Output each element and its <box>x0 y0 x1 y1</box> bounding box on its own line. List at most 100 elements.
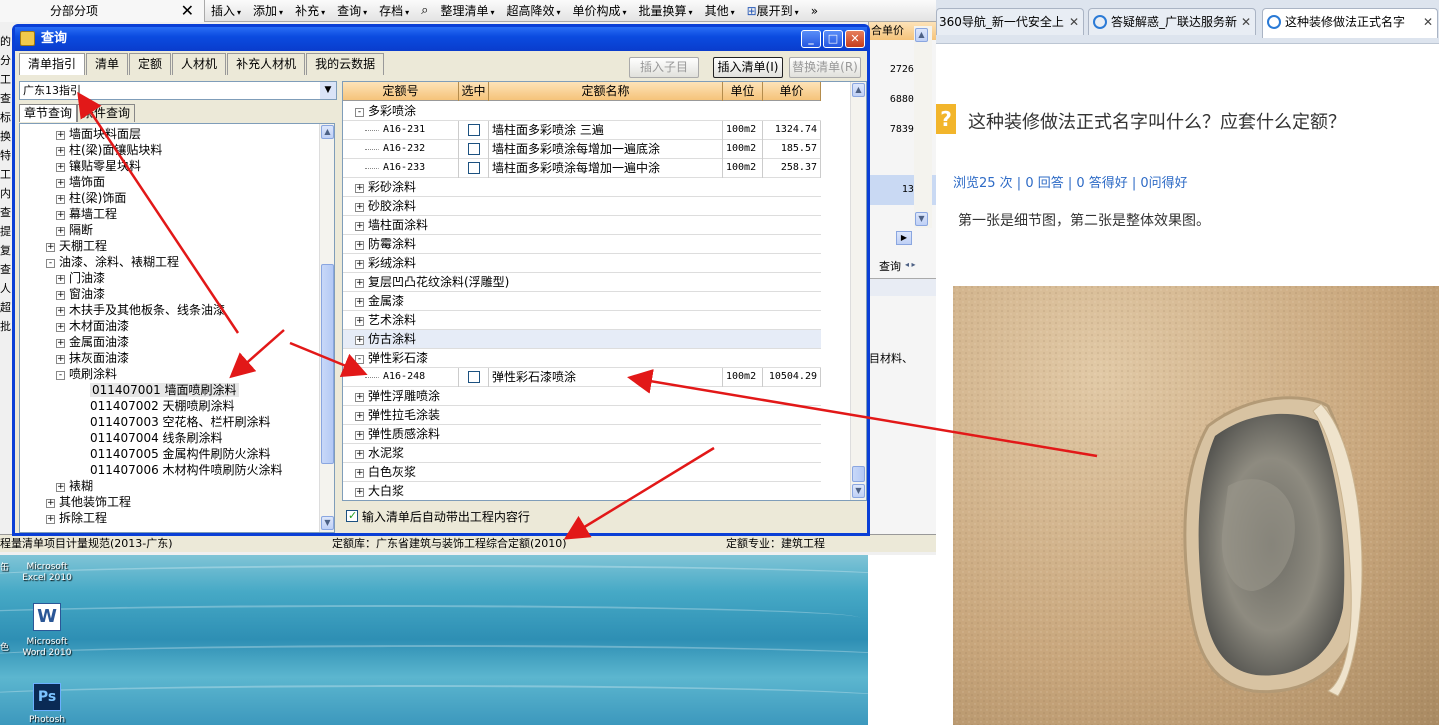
expand-icon[interactable]: + <box>355 488 364 497</box>
grid-group-row[interactable]: + 弹性质感涂料 <box>343 425 821 444</box>
grid-quota-row[interactable]: A16-232 墙柱面多彩喷涂每增加一遍底涂 100m2 185.57 <box>343 140 821 159</box>
expand-icon[interactable]: + <box>355 412 364 421</box>
scroll-up-icon[interactable]: ▲ <box>915 28 928 42</box>
select-cell[interactable] <box>459 368 489 387</box>
expand-icon[interactable]: + <box>355 450 364 459</box>
expand-icon[interactable]: + <box>46 515 55 524</box>
close-icon[interactable]: ✕ <box>1241 9 1251 35</box>
browser-tab-360[interactable]: 360导航_新一代安全上 ✕ <box>936 8 1084 35</box>
question-stats[interactable]: 浏览25 次 | 0 回答 | 0 答得好 | 0问得好 <box>953 172 1188 191</box>
expand-icon[interactable]: + <box>56 227 65 236</box>
grid-group-row[interactable]: + 复层凹凸花纹涂料(浮雕型) <box>343 273 821 292</box>
grid-group-row[interactable]: + 弹性拉毛涂装 <box>343 406 821 425</box>
grid-group-row[interactable]: + 弹性浮雕喷涂 <box>343 387 821 406</box>
tab-quota[interactable]: 定额 <box>129 53 172 75</box>
toolbar-add[interactable]: 添加 ▾ <box>247 2 289 19</box>
expand-icon[interactable]: + <box>355 222 364 231</box>
tree-node[interactable]: 011407005 金属构件刷防火涂料 <box>90 446 271 462</box>
tree-node[interactable]: + 金属面油漆 <box>56 334 129 350</box>
expand-icon[interactable]: + <box>355 203 364 212</box>
toolbar-more[interactable]: » <box>805 4 824 18</box>
browser-tab-glodon[interactable]: 答疑解惑_广联达服务新 ✕ <box>1088 8 1256 35</box>
collapse-icon[interactable]: - <box>355 355 364 364</box>
tree-node[interactable]: 011407004 线条刷涂料 <box>90 430 223 446</box>
tab-supplement-labor-material[interactable]: 补充人材机 <box>227 53 306 75</box>
checkbox[interactable] <box>467 124 480 136</box>
scroll-thumb[interactable] <box>321 264 334 464</box>
right-query-tab[interactable]: 查询 <box>879 258 901 274</box>
document-tab[interactable]: 分部分项 ✕ <box>0 0 205 22</box>
minimize-button[interactable]: _ <box>801 30 821 48</box>
insert-child-button[interactable]: 插入子目 <box>629 57 699 78</box>
tree-node[interactable]: 011407001 墙面喷刷涂料 <box>90 382 239 398</box>
expand-icon[interactable]: + <box>355 298 364 307</box>
word-desktop-icon[interactable]: W Microsoft Word 2010 <box>12 603 82 659</box>
grid-scrollbar[interactable]: ▲ ▼ <box>850 82 866 500</box>
expand-icon[interactable]: + <box>355 184 364 193</box>
grid-quota-row[interactable]: A16-248 弹性彩石漆喷涂 100m2 10504.29 <box>343 368 821 387</box>
expand-icon[interactable]: + <box>56 355 65 364</box>
close-button[interactable]: ✕ <box>845 30 865 48</box>
checkbox[interactable] <box>467 162 480 174</box>
tab-condition-search[interactable]: 条件查询 <box>77 104 136 122</box>
tree-node[interactable]: 011407006 木材构件喷刷防火涂料 <box>90 462 283 478</box>
grid-quota-row[interactable]: A16-233 墙柱面多彩喷涂每增加一遍中涂 100m2 258.37 <box>343 159 821 178</box>
toolbar-batch-convert[interactable]: 批量换算 ▾ <box>633 2 699 19</box>
maximize-button[interactable]: □ <box>823 30 843 48</box>
expand-icon[interactable]: + <box>56 163 65 172</box>
tree-node[interactable]: + 柱(梁)饰面 <box>56 190 126 206</box>
grid-group-row[interactable]: + 彩砂涂料 <box>343 178 821 197</box>
select-cell[interactable] <box>459 121 489 140</box>
checkbox[interactable] <box>467 143 480 155</box>
tree-node[interactable]: + 隔断 <box>56 222 93 238</box>
expand-icon[interactable]: + <box>355 431 364 440</box>
expand-icon[interactable]: + <box>56 275 65 284</box>
expand-icon[interactable]: + <box>355 317 364 326</box>
tree-scrollbar[interactable]: ▲ ▼ <box>319 124 334 532</box>
scroll-up-icon[interactable]: ▲ <box>321 125 334 139</box>
tree-node[interactable]: 011407003 空花格、栏杆刷涂料 <box>90 414 271 430</box>
tree-node[interactable]: + 裱糊 <box>56 478 93 494</box>
tab-cloud-data[interactable]: 我的云数据 <box>306 53 385 75</box>
bg-vertical-scrollbar[interactable]: ▲ ▼ <box>914 26 932 228</box>
expand-icon[interactable]: + <box>56 211 65 220</box>
toolbar-expand-to[interactable]: ⊞展开到 ▾ <box>741 2 805 19</box>
scroll-down-icon[interactable]: ▼ <box>852 484 865 498</box>
grid-group-row[interactable]: + 艺术涂料 <box>343 311 821 330</box>
tree-node[interactable]: - 喷刷涂料 <box>56 366 117 382</box>
expand-icon[interactable]: + <box>355 469 364 478</box>
expand-icon[interactable]: + <box>56 339 65 348</box>
tab-scroll-arrows-icon[interactable]: ◂ ▸ <box>905 260 916 269</box>
grid-group-row[interactable]: + 金属漆 <box>343 292 821 311</box>
chevron-down-icon[interactable]: ▼ <box>320 82 336 99</box>
collapse-icon[interactable]: - <box>46 259 55 268</box>
tree-node[interactable]: + 镶贴零星块料 <box>56 158 141 174</box>
expand-icon[interactable]: + <box>56 291 65 300</box>
tree-node[interactable]: + 抹灰面油漆 <box>56 350 129 366</box>
tree-node[interactable]: - 油漆、涂料、裱糊工程 <box>46 254 179 270</box>
expand-icon[interactable]: + <box>46 243 55 252</box>
grid-group-row[interactable]: + 大白浆 <box>343 482 821 500</box>
grid-group-row[interactable]: + 墙柱面涂料 <box>343 216 821 235</box>
toolbar-organize-list[interactable]: 整理清单 ▾ <box>434 2 500 19</box>
expand-icon[interactable]: + <box>56 307 65 316</box>
close-icon[interactable]: ✕ <box>181 1 194 20</box>
replace-list-button[interactable]: 替换清单(R) <box>789 57 861 78</box>
tree-node[interactable]: + 墙面块料面层 <box>56 126 141 142</box>
toolbar-archive[interactable]: 存档 ▾ <box>373 2 415 19</box>
photoshop-desktop-icon[interactable]: Ps Photosh <box>12 683 82 725</box>
grid-group-row[interactable]: + 砂胶涂料 <box>343 197 821 216</box>
expand-icon[interactable]: + <box>56 195 65 204</box>
excel-desktop-icon[interactable]: Microsoft Excel 2010 <box>12 562 82 584</box>
tab-chapter-search[interactable]: 章节查询 <box>19 104 78 122</box>
scroll-down-icon[interactable]: ▼ <box>915 212 928 226</box>
expand-icon[interactable]: + <box>56 323 65 332</box>
grid-quota-row[interactable]: A16-231 墙柱面多彩喷涂 三遍 100m2 1324.74 <box>343 121 821 140</box>
tree-node[interactable]: + 墙饰面 <box>56 174 105 190</box>
tree-node[interactable]: + 拆除工程 <box>46 510 107 526</box>
collapse-icon[interactable]: - <box>355 108 364 117</box>
tree-node[interactable]: + 木扶手及其他板条、线条油漆 <box>56 302 225 318</box>
toolbar-query[interactable]: 查询 ▾ <box>331 2 373 19</box>
tab-labor-material[interactable]: 人材机 <box>172 53 227 75</box>
expand-icon[interactable]: + <box>56 131 65 140</box>
